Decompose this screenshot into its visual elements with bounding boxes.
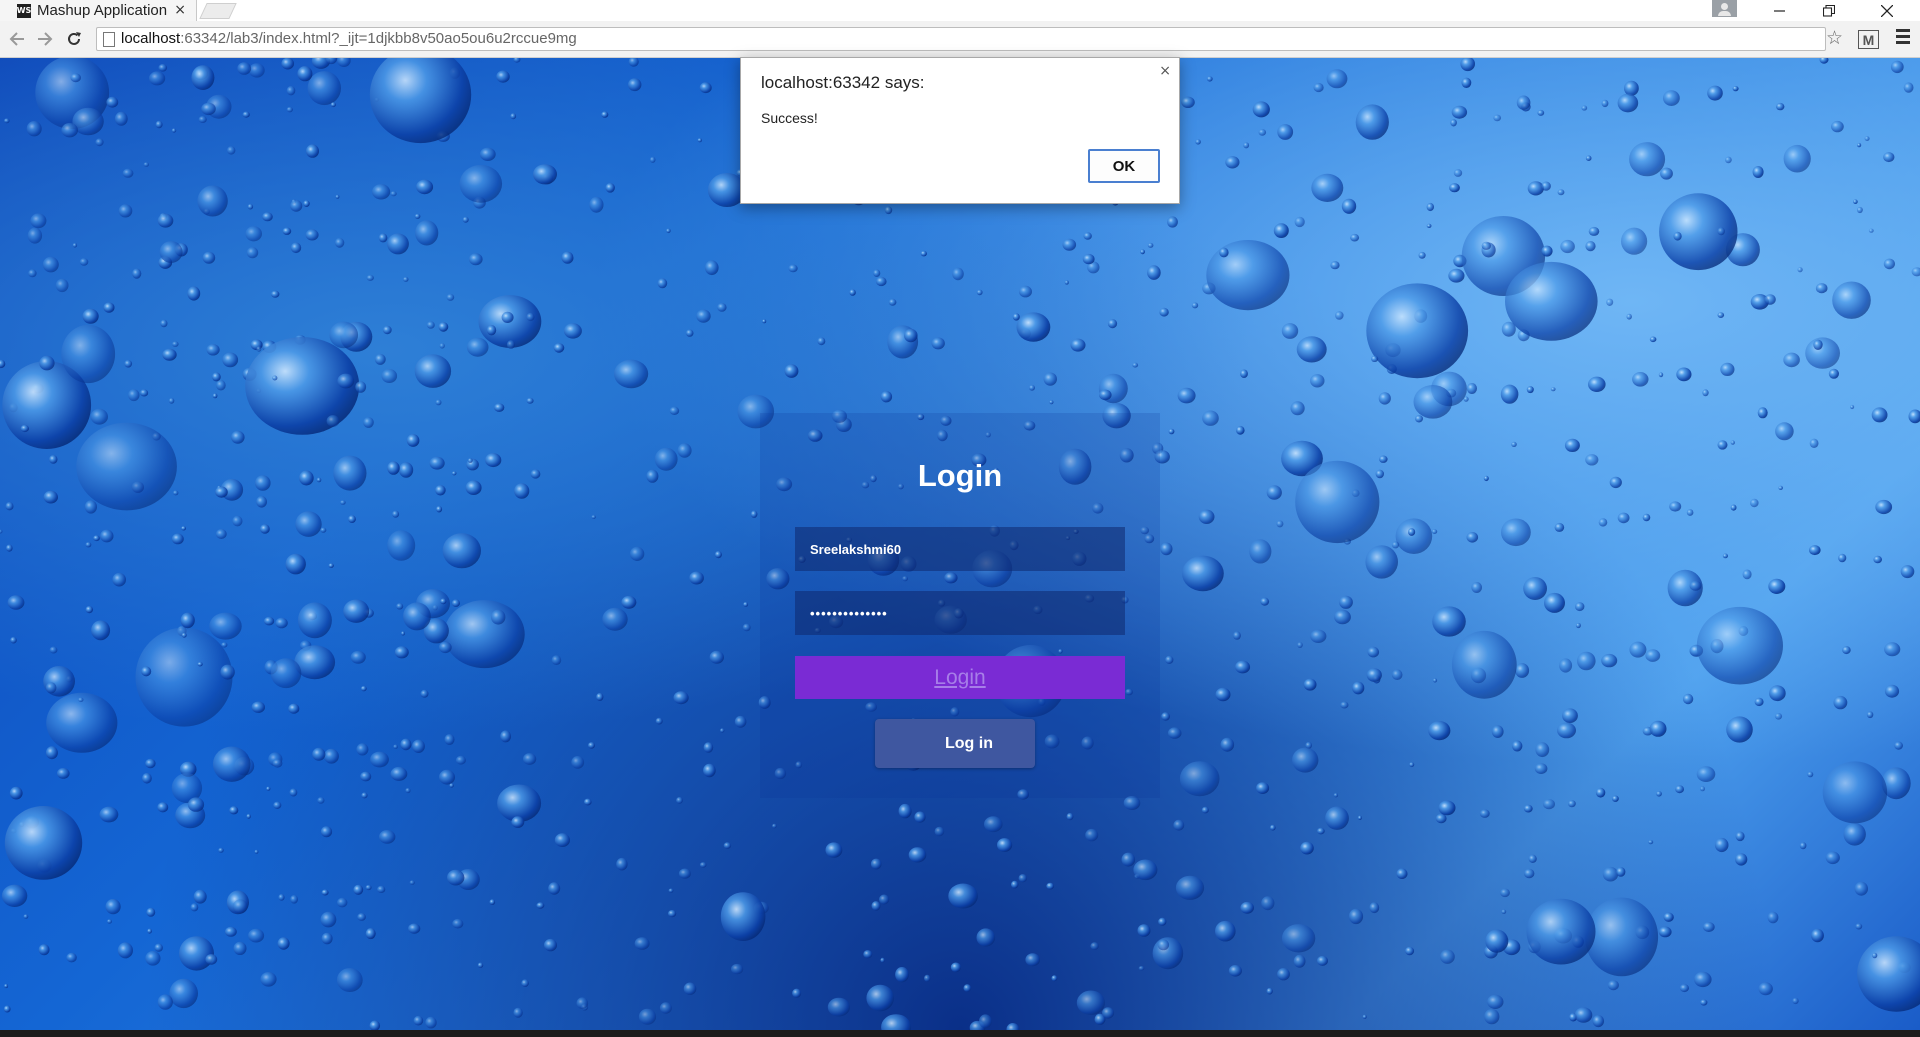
tab-title: Mashup Application bbox=[37, 2, 168, 19]
dialog-close-icon[interactable]: × bbox=[1159, 63, 1171, 79]
minimize-icon[interactable] bbox=[1758, 0, 1800, 21]
login-panel: Login Sreelakshmi60 •••••••••••••• Login… bbox=[760, 413, 1160, 798]
tab-close-icon[interactable]: × bbox=[174, 2, 186, 18]
browser-toolbar: localhost:63342/lab3/index.html?_ijt=1dj… bbox=[0, 21, 1920, 58]
url-text: localhost:63342/lab3/index.html?_ijt=1dj… bbox=[121, 30, 577, 47]
username-input[interactable]: Sreelakshmi60 bbox=[795, 527, 1125, 571]
address-bar[interactable]: localhost:63342/lab3/index.html?_ijt=1dj… bbox=[96, 27, 1826, 51]
page-icon bbox=[103, 32, 115, 47]
dialog-title: localhost:63342 says: bbox=[761, 73, 925, 92]
new-tab-button[interactable] bbox=[199, 3, 237, 19]
taskbar-edge bbox=[0, 1030, 1920, 1037]
password-input[interactable]: •••••••••••••• bbox=[795, 591, 1125, 635]
profile-icon[interactable] bbox=[1712, 0, 1737, 17]
dialog-message: Success! bbox=[761, 110, 818, 126]
facebook-login-label: Log in bbox=[945, 734, 993, 752]
restore-icon[interactable] bbox=[1808, 0, 1850, 21]
back-icon[interactable] bbox=[6, 28, 28, 50]
ok-button[interactable]: OK bbox=[1088, 149, 1160, 183]
tab-strip: WS Mashup Application × bbox=[0, 0, 1920, 21]
login-title: Login bbox=[917, 458, 1003, 493]
facebook-login-button[interactable]: Log in bbox=[875, 719, 1035, 768]
reload-icon[interactable] bbox=[63, 28, 85, 50]
bookmark-star-icon[interactable]: ☆ bbox=[1826, 27, 1843, 49]
extension-m-icon[interactable]: M bbox=[1858, 30, 1879, 49]
window-close-icon[interactable] bbox=[1866, 0, 1908, 21]
alert-dialog: localhost:63342 says: × Success! OK bbox=[740, 57, 1180, 204]
menu-icon[interactable] bbox=[1896, 29, 1910, 45]
favicon-icon: WS bbox=[17, 3, 31, 18]
login-button[interactable]: Login bbox=[795, 656, 1125, 699]
forward-icon[interactable] bbox=[34, 28, 56, 50]
browser-tab[interactable]: WS Mashup Application × bbox=[0, 0, 197, 21]
